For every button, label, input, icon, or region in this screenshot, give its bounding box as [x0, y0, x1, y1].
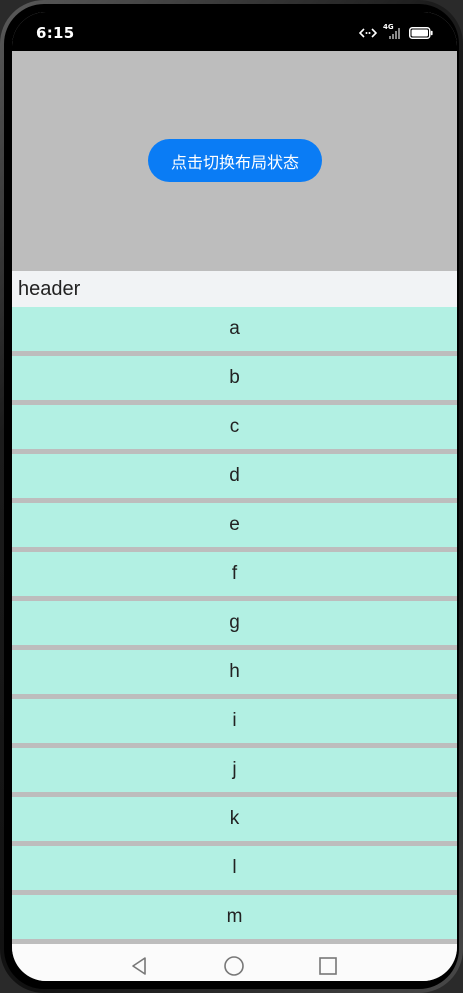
back-icon[interactable] [129, 955, 151, 977]
status-time: 6:15 [36, 24, 75, 42]
list-item[interactable]: e [12, 503, 457, 547]
list-item[interactable]: j [12, 748, 457, 792]
list-item[interactable]: a [12, 307, 457, 351]
cellular-signal-icon: 4G [383, 23, 403, 40]
list-item[interactable]: m [12, 895, 457, 939]
battery-icon [409, 24, 433, 43]
list[interactable]: header a b c d e f g h i j k l m [12, 271, 457, 944]
list-item[interactable]: h [12, 650, 457, 694]
screen: 6:15 4G 点击切换布局状态 header a b c d e f g h … [12, 12, 457, 981]
list-item[interactable]: f [12, 552, 457, 596]
home-icon[interactable] [223, 955, 245, 977]
list-item[interactable]: k [12, 797, 457, 841]
list-item[interactable]: b [12, 356, 457, 400]
status-bar: 6:15 4G [12, 12, 457, 51]
navigation-bar [12, 944, 457, 981]
list-item[interactable]: l [12, 846, 457, 890]
list-header: header [12, 271, 457, 307]
phone-bezel: 6:15 4G 点击切换布局状态 header a b c d e f g h … [4, 4, 459, 989]
data-transfer-icon [358, 24, 378, 43]
list-item[interactable]: c [12, 405, 457, 449]
list-item[interactable]: d [12, 454, 457, 498]
list-item[interactable]: i [12, 699, 457, 743]
top-panel: 点击切换布局状态 [12, 51, 457, 271]
list-item[interactable]: g [12, 601, 457, 645]
toggle-layout-button[interactable]: 点击切换布局状态 [148, 139, 322, 182]
recents-icon[interactable] [317, 955, 339, 977]
status-icons: 4G [358, 23, 433, 43]
phone-frame: 6:15 4G 点击切换布局状态 header a b c d e f g h … [0, 0, 463, 993]
